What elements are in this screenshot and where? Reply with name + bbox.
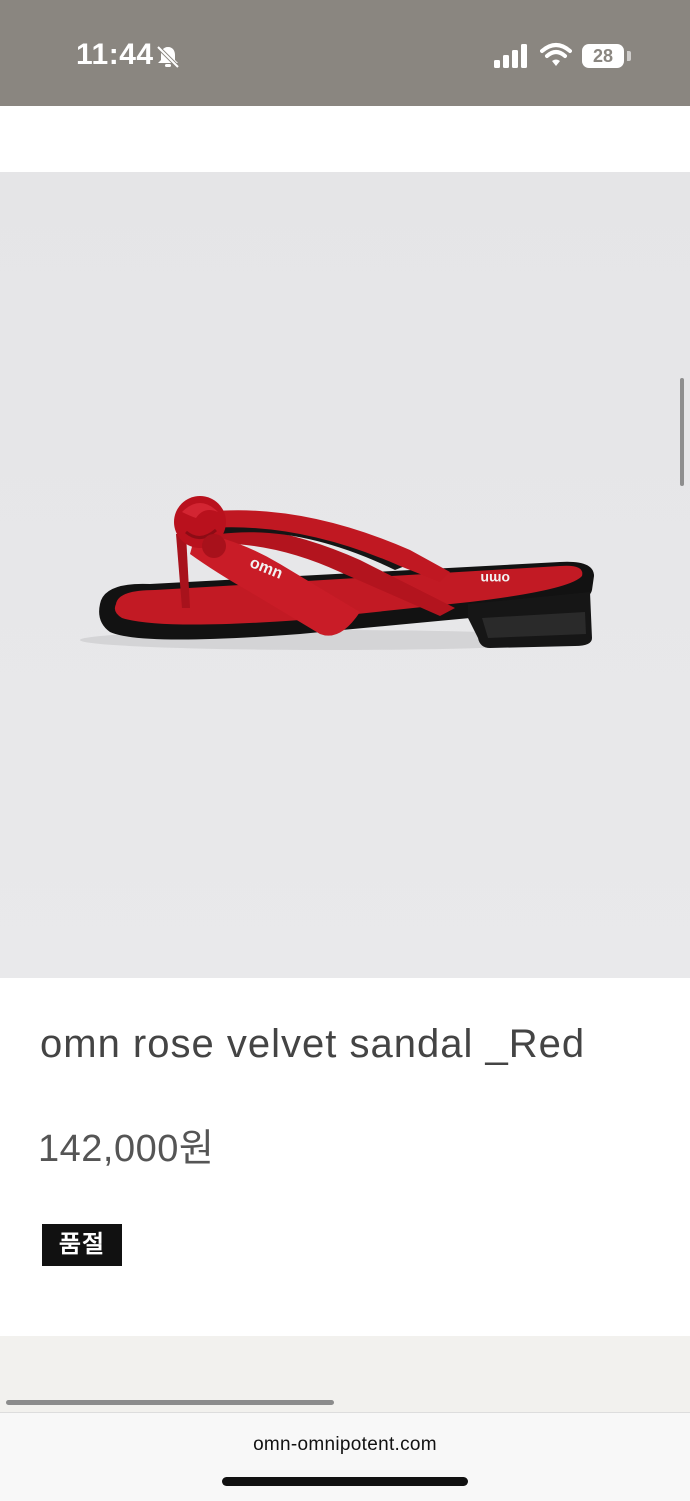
cellular-signal-icon — [494, 44, 527, 68]
home-indicator[interactable] — [222, 1477, 468, 1486]
bell-slash-icon — [156, 45, 180, 69]
wifi-icon — [540, 43, 572, 66]
horizontal-scrollbar[interactable] — [6, 1400, 334, 1405]
vertical-scrollbar[interactable] — [680, 378, 684, 486]
sandal-product-photo: omn omn — [0, 172, 690, 978]
logo-insole: omn — [480, 571, 510, 587]
product-title[interactable]: omn rose velvet sandal _Red — [40, 1022, 585, 1067]
status-time: 11:44 — [76, 38, 154, 71]
product-image[interactable]: omn omn — [0, 172, 690, 978]
browser-url-bar[interactable] — [0, 1412, 690, 1501]
battery-icon: 28 — [582, 44, 624, 68]
product-price: 142,000원 — [38, 1128, 215, 1170]
url-text[interactable]: omn-omnipotent.com — [0, 1434, 690, 1456]
soldout-badge: 품절 — [42, 1224, 122, 1266]
status-bar: 11:44 28 — [0, 0, 690, 106]
battery-nub — [627, 51, 631, 61]
